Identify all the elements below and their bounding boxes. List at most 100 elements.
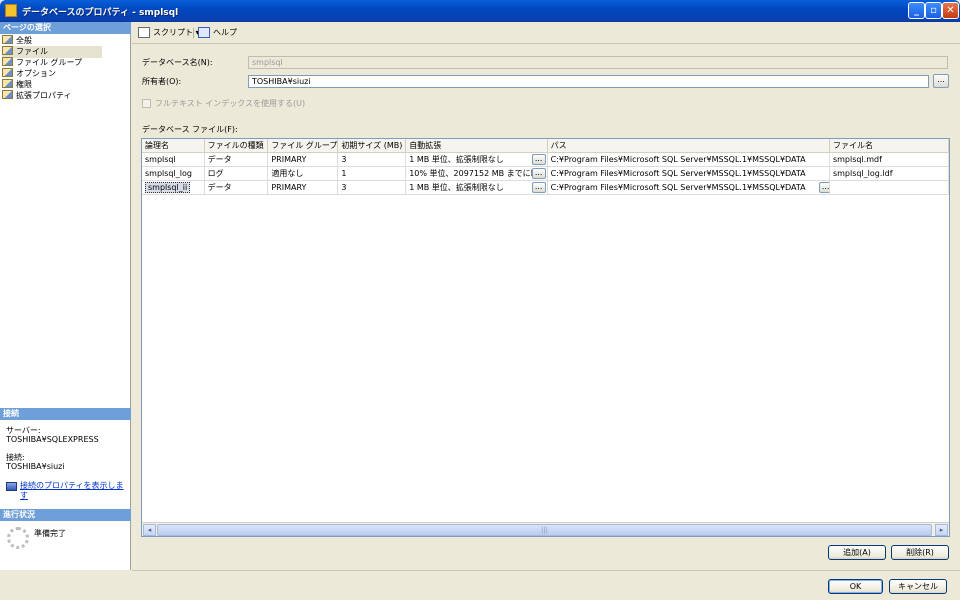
script-icon <box>138 27 150 38</box>
page-icon <box>2 46 13 55</box>
page-item-label: 拡張プロパティ <box>16 91 72 100</box>
filename-cell[interactable]: smplsql_log.ldf <box>829 166 949 181</box>
toolbar-separator <box>193 28 194 38</box>
progress-spinner-icon <box>7 527 29 549</box>
title-bar: データベースのプロパティ - smplsql _ ▫ ✕ <box>0 0 960 22</box>
maximize-button[interactable]: ▫ <box>925 2 942 19</box>
logical-name-cell[interactable]: smplsql_ii <box>142 180 205 195</box>
column-header-file-type[interactable]: ファイルの種類 <box>204 139 269 153</box>
db-name-label: データベース名(N): <box>142 58 213 67</box>
page-icon <box>2 68 13 77</box>
path-text: C:¥Program Files¥Microsoft SQL Server¥MS… <box>550 182 806 192</box>
filegroup-cell[interactable]: 適用なし <box>267 166 339 181</box>
filename-cell[interactable] <box>829 180 949 195</box>
remove-button[interactable]: 削除(R) <box>891 545 949 560</box>
filegroup-cell[interactable]: PRIMARY <box>267 152 339 167</box>
view-connection-properties-link[interactable]: 接続のプロパティを表示します <box>6 481 126 501</box>
file-type-cell[interactable]: データ <box>204 152 269 167</box>
path-cell[interactable]: C:¥Program Files¥Microsoft SQL Server¥MS… <box>547 152 830 167</box>
footer-divider <box>132 570 960 571</box>
column-header-initial-size[interactable]: 初期サイズ (MB) <box>337 139 407 153</box>
page-item-label: オプション <box>16 69 56 78</box>
initial-size-cell[interactable]: 3 <box>337 180 407 195</box>
scroll-thumb[interactable]: ||| <box>157 524 932 536</box>
left-pane: ページの選択 全般 ファイル ファイル グループ オプション 権限 拡張プロパテ… <box>0 22 131 570</box>
path-cell[interactable]: C:¥Program Files¥Microsoft SQL Server¥MS… <box>547 180 830 195</box>
path-browse-button[interactable]: ... <box>818 181 829 193</box>
column-header-autogrowth[interactable]: 自動拡張 <box>405 139 548 153</box>
path-cell[interactable]: C:¥Program Files¥Microsoft SQL Server¥MS… <box>547 166 830 181</box>
script-button[interactable]: スクリプト ▾ <box>138 26 200 40</box>
page-icon <box>2 90 13 99</box>
app-icon <box>5 4 17 17</box>
logical-name-text[interactable]: smplsql_ii <box>145 181 191 193</box>
help-label: ヘルプ <box>213 28 237 37</box>
db-files-grid[interactable]: 論理名 ファイルの種類 ファイル グループ 初期サイズ (MB) 自動拡張 パス… <box>141 138 950 537</box>
scroll-right-button[interactable]: ▸ <box>935 524 948 536</box>
initial-size-cell[interactable]: 1 <box>337 166 407 181</box>
owner-browse-button[interactable]: ... <box>933 74 949 88</box>
page-item-label: ファイル グループ <box>16 58 83 67</box>
table-row[interactable]: smplsql_log ログ 適用なし 1 10% 単位、2097152 MB … <box>142 166 949 181</box>
page-icon <box>2 57 13 66</box>
autogrowth-text: 1 MB 単位、拡張制限なし <box>409 154 504 164</box>
column-header-logical-name[interactable]: 論理名 <box>142 139 205 153</box>
autogrowth-cell[interactable]: 10% 単位、2097152 MB までに制限... <box>405 166 548 181</box>
fulltext-label: フルテキスト インデックスを使用する(U) <box>155 99 306 108</box>
window-title: データベースのプロパティ - smplsql <box>22 8 179 18</box>
db-name-field: smplsql <box>248 56 948 69</box>
server-value: TOSHIBA¥SQLEXPRESS <box>6 435 99 444</box>
page-select-header: ページの選択 <box>0 22 131 34</box>
connection-properties-icon <box>6 482 17 491</box>
autogrowth-text: 10% 単位、2097152 MB までに制限 <box>409 168 547 178</box>
initial-size-cell[interactable]: 3 <box>337 152 407 167</box>
horizontal-scrollbar[interactable]: ◂ ||| ▸ <box>142 522 949 536</box>
autogrowth-cell[interactable]: 1 MB 単位、拡張制限なし... <box>405 152 548 167</box>
toolbar: スクリプト ▾ ヘルプ <box>132 22 960 44</box>
autogrowth-browse-button[interactable]: ... <box>531 181 546 193</box>
autogrowth-cell[interactable]: 1 MB 単位、拡張制限なし... <box>405 180 548 195</box>
connection-header: 接続 <box>0 408 131 420</box>
scroll-left-button[interactable]: ◂ <box>143 524 156 536</box>
db-files-label: データベース ファイル(F): <box>142 125 238 134</box>
db-files-table: 論理名 ファイルの種類 ファイル グループ 初期サイズ (MB) 自動拡張 パス… <box>142 139 949 195</box>
connection-link-label: 接続のプロパティを表示します <box>20 481 124 500</box>
cancel-button[interactable]: キャンセル <box>889 579 947 594</box>
column-header-path[interactable]: パス <box>547 139 830 153</box>
file-type-cell[interactable]: データ <box>204 180 269 195</box>
script-label: スクリプト <box>153 28 193 37</box>
autogrowth-browse-button[interactable]: ... <box>531 153 546 165</box>
table-row[interactable]: smplsql_ii データ PRIMARY 3 1 MB 単位、拡張制限なし.… <box>142 180 949 195</box>
page-icon <box>2 79 13 88</box>
page-item-label: ファイル <box>16 47 48 56</box>
owner-field[interactable]: TOSHIBA¥siuzi <box>248 75 929 88</box>
fulltext-checkbox <box>142 99 151 108</box>
progress-header: 進行状況 <box>0 509 131 521</box>
filegroup-cell[interactable]: PRIMARY <box>267 180 339 195</box>
logical-name-cell[interactable]: smplsql_log <box>142 166 205 181</box>
add-button[interactable]: 追加(A) <box>828 545 886 560</box>
help-icon <box>198 27 210 38</box>
close-button[interactable]: ✕ <box>942 2 959 19</box>
table-header-row: 論理名 ファイルの種類 ファイル グループ 初期サイズ (MB) 自動拡張 パス… <box>142 139 949 153</box>
connection-value: TOSHIBA¥siuzi <box>6 462 65 471</box>
progress-status: 準備完了 <box>34 529 66 538</box>
column-header-filename[interactable]: ファイル名 <box>829 139 949 153</box>
page-item-label: 全般 <box>16 36 32 45</box>
path-text: C:¥Program Files¥Microsoft SQL Server¥MS… <box>550 168 806 178</box>
minimize-button[interactable]: _ <box>908 2 925 19</box>
owner-label: 所有者(O): <box>142 77 182 86</box>
table-row[interactable]: smplsql データ PRIMARY 3 1 MB 単位、拡張制限なし... … <box>142 152 949 167</box>
column-header-filegroup[interactable]: ファイル グループ <box>267 139 339 153</box>
autogrowth-text: 1 MB 単位、拡張制限なし <box>409 182 504 192</box>
autogrowth-browse-button[interactable]: ... <box>531 167 546 179</box>
file-type-cell[interactable]: ログ <box>204 166 269 181</box>
help-button[interactable]: ヘルプ <box>198 26 237 40</box>
path-text: C:¥Program Files¥Microsoft SQL Server¥MS… <box>550 154 806 164</box>
filename-cell[interactable]: smplsql.mdf <box>829 152 949 167</box>
logical-name-cell[interactable]: smplsql <box>142 152 205 167</box>
ok-button[interactable]: OK <box>828 579 883 594</box>
page-item-extended-properties[interactable]: 拡張プロパティ <box>2 90 102 102</box>
page-item-label: 権限 <box>16 80 32 89</box>
page-icon <box>2 35 13 44</box>
